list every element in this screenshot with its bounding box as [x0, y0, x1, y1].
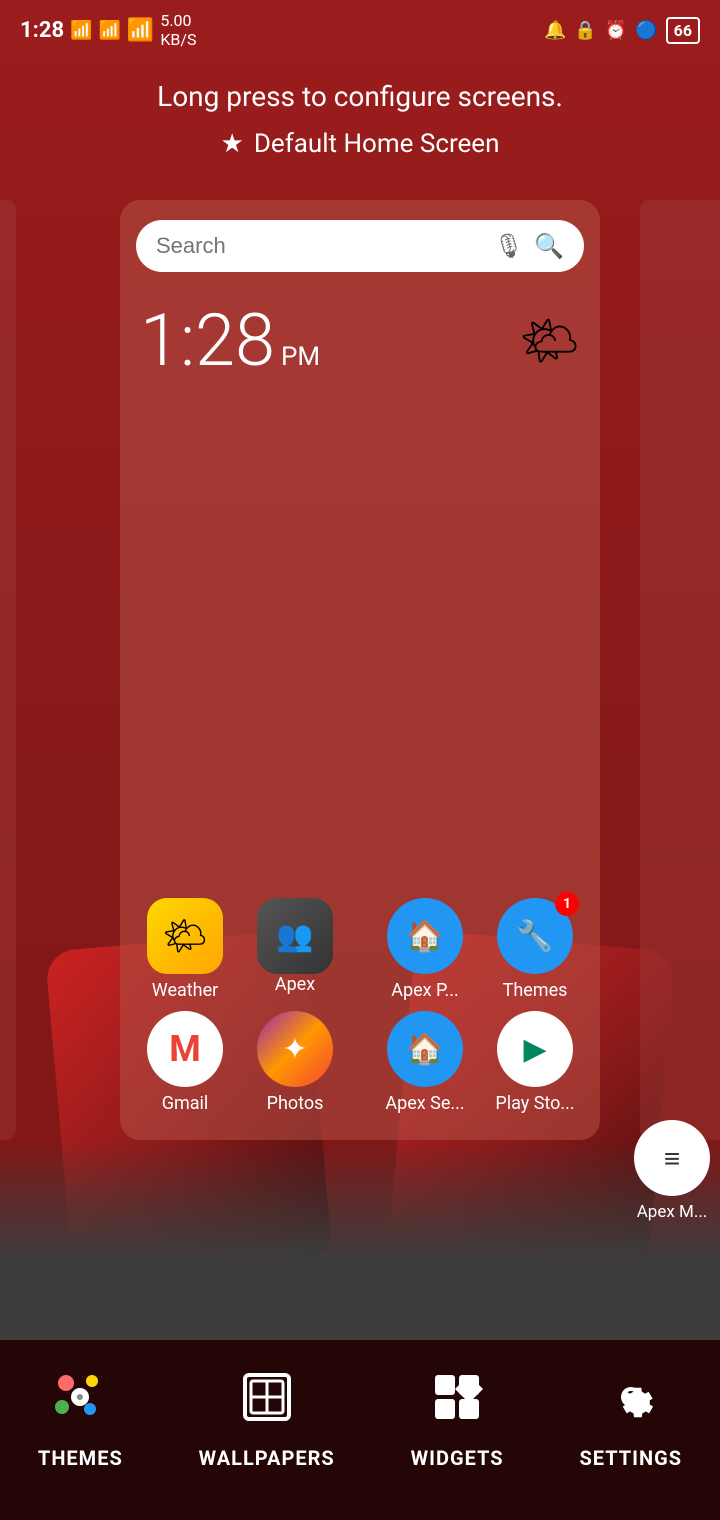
apex-se-app-icon[interactable]: 🏠 — [387, 1011, 463, 1087]
app-item-apex[interactable]: 👥 Apex — [250, 898, 340, 1001]
apex-app-label: Apex — [250, 974, 340, 995]
status-right: 🔔 🔒 ⏰ 🔵 66 — [544, 17, 700, 44]
alarm-icon: ⏰ — [605, 20, 627, 41]
svg-text:●: ● — [76, 1389, 84, 1405]
gmail-app-icon[interactable]: M — [147, 1011, 223, 1087]
themes-app-label: Themes — [490, 980, 580, 1001]
search-bar[interactable]: 🎙 🔍 — [136, 220, 584, 272]
clock-ampm: PM — [281, 342, 320, 372]
nav-item-settings[interactable]: SETTINGS — [579, 1371, 682, 1470]
wallpapers-nav-label: WALLPAPERS — [199, 1446, 335, 1470]
nav-item-wallpapers[interactable]: WALLPAPERS — [199, 1371, 335, 1470]
settings-nav-icon[interactable] — [605, 1371, 657, 1436]
app-item-apex-se[interactable]: 🏠 Apex Se... — [380, 1011, 470, 1114]
bottom-nav: ● THEMES WALLPAPERS — [0, 1340, 720, 1520]
app-item-weather[interactable]: 🌤 Weather — [140, 898, 230, 1001]
nav-item-themes[interactable]: ● THEMES — [38, 1371, 123, 1470]
bluetooth-icon: 🔵 — [635, 20, 657, 41]
wallpapers-nav-icon[interactable] — [241, 1371, 293, 1436]
apex-m-icon[interactable]: ≡ — [634, 1120, 710, 1196]
clock-time-value: 1:28 — [140, 298, 275, 383]
themes-nav-label: THEMES — [38, 1446, 123, 1470]
side-card-right — [640, 200, 720, 1140]
vibrate-icon: 🔔 — [544, 20, 566, 41]
apex-p-app-label: Apex P... — [380, 980, 470, 1001]
app-item-apex-p[interactable]: 🏠 Apex P... — [380, 898, 470, 1001]
side-apex-m-item[interactable]: ≡ Apex M... — [634, 1120, 710, 1222]
network-speed: 5.00KB/S — [160, 11, 196, 49]
search-input[interactable] — [156, 233, 484, 259]
lock-icon: 🔒 — [574, 20, 596, 41]
top-message-area: Long press to configure screens. ★ Defau… — [0, 80, 720, 159]
configure-text: Long press to configure screens. — [0, 80, 720, 113]
mic-icon[interactable]: 🎙 — [494, 232, 524, 260]
apex-m-label: Apex M... — [637, 1202, 708, 1222]
weather-app-label: Weather — [140, 980, 230, 1001]
status-time: 1:28 — [20, 18, 64, 43]
photos-app-label: Photos — [250, 1093, 340, 1114]
app-item-photos[interactable]: ✦ Photos — [250, 1011, 340, 1114]
signal-icon: 📶 — [70, 20, 92, 41]
home-card: 🎙 🔍 1:28 PM 🌤 🌤 Weather 👥 Ap — [120, 200, 600, 1140]
app-row-2: M Gmail ✦ Photos 🏠 Apex Se... — [140, 1011, 580, 1114]
pants-area — [0, 1140, 720, 1340]
clock-display: 1:28 PM — [140, 298, 320, 383]
signal2-icon: 📶 — [99, 20, 121, 41]
gmail-app-label: Gmail — [140, 1093, 230, 1114]
themes-nav-icon[interactable]: ● — [54, 1371, 106, 1436]
playstore-app-icon[interactable]: ▶ — [497, 1011, 573, 1087]
weather-app-icon[interactable]: 🌤 — [147, 898, 223, 974]
default-home-text: Default Home Screen — [254, 129, 500, 159]
weather-icon: 🌤 — [519, 312, 580, 369]
battery-level: 66 — [666, 17, 700, 44]
default-home-label: ★ Default Home Screen — [221, 129, 500, 159]
wifi-icon: 📶 — [127, 18, 154, 43]
clock-area: 1:28 PM 🌤 — [120, 288, 600, 393]
settings-nav-label: SETTINGS — [579, 1446, 682, 1470]
status-bar: 1:28 📶 📶 📶 5.00KB/S 🔔 🔒 ⏰ 🔵 66 — [0, 0, 720, 60]
widgets-nav-icon[interactable] — [431, 1371, 483, 1436]
themes-badge: 1 — [555, 892, 579, 916]
side-card-left — [0, 200, 16, 1140]
nav-item-widgets[interactable]: WIDGETS — [411, 1371, 504, 1470]
app-row-1: 🌤 Weather 👥 Apex 🏠 Apex P... — [140, 898, 580, 1001]
photos-app-icon[interactable]: ✦ — [257, 1011, 333, 1087]
app-item-playstore[interactable]: ▶ Play Sto... — [490, 1011, 580, 1114]
apex-p-app-icon[interactable]: 🏠 — [387, 898, 463, 974]
status-left: 1:28 📶 📶 📶 5.00KB/S — [20, 11, 196, 49]
widgets-nav-label: WIDGETS — [411, 1446, 504, 1470]
apex-app-icon[interactable]: 👥 — [257, 898, 333, 974]
search-icon[interactable]: 🔍 — [534, 232, 564, 260]
app-item-gmail[interactable]: M Gmail — [140, 1011, 230, 1114]
star-icon: ★ — [221, 129, 244, 159]
themes-app-icon[interactable]: 🔧 1 — [497, 898, 573, 974]
apex-se-app-label: Apex Se... — [380, 1093, 470, 1114]
playstore-app-label: Play Sto... — [490, 1093, 580, 1114]
app-item-themes[interactable]: 🔧 1 Themes — [490, 898, 580, 1001]
app-grid: 🌤 Weather 👥 Apex 🏠 Apex P... — [120, 882, 600, 1140]
